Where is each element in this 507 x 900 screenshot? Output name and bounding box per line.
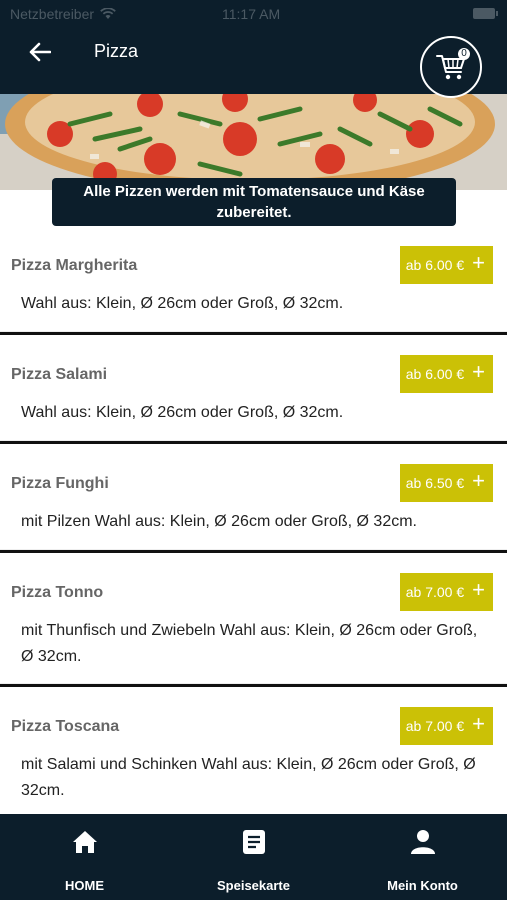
menu-item-name: Pizza Toscana [11, 718, 120, 735]
tab-home[interactable]: HOME [0, 814, 169, 900]
menu-item-name: Pizza Margherita [11, 257, 138, 274]
price-label: ab 6.00 € [405, 257, 465, 273]
arrow-left-icon [29, 42, 51, 62]
menu-item-name: Pizza Tonno [11, 584, 104, 601]
menu-item-card[interactable]: Pizza Funghi ab 6.50 € + mit Pilzen Wahl… [0, 454, 507, 553]
home-icon [72, 831, 97, 853]
pizza-hero-image [0, 94, 507, 190]
description-line-2: 32cm. [21, 782, 65, 799]
carrier: Netzbetreiber [10, 6, 116, 22]
price-label: ab 7.00 € [405, 584, 465, 600]
add-to-cart-button[interactable]: ab 6.50 € + [399, 464, 493, 502]
cart-button[interactable]: 0 [420, 36, 482, 98]
plus-icon: + [472, 359, 485, 384]
status-bar: Netzbetreiber 11:17 AM [0, 0, 507, 28]
plus-icon: + [472, 711, 485, 736]
menu-item-name: Pizza Salami [11, 366, 108, 383]
description-line-1: mit Thunfisch und Zwiebeln Wahl aus: Kle… [21, 622, 478, 639]
price-label: ab 7.00 € [405, 718, 465, 734]
back-button[interactable] [25, 38, 55, 66]
description-line-1: mit Pilzen Wahl aus: Klein, Ø 26cm oder … [21, 513, 417, 530]
price-label: ab 6.00 € [405, 366, 465, 382]
menu-item-description: mit Thunfisch und Zwiebeln Wahl aus: Kle… [21, 618, 501, 670]
description-line-1: mit Salami und Schinken Wahl aus: Klein,… [21, 756, 476, 773]
info-banner: Alle Pizzen werden mit Tomatensauce und … [52, 178, 456, 226]
tab-speisekarte[interactable]: Speisekarte [169, 814, 338, 900]
menu-item-description: Wahl aus: Klein, Ø 26cm oder Groß, Ø 32c… [21, 291, 501, 317]
tab-mein-konto[interactable]: Mein Konto [338, 814, 507, 900]
menu-item-description: mit Pilzen Wahl aus: Klein, Ø 26cm oder … [21, 509, 501, 535]
battery-icon [473, 8, 498, 19]
description-line-1: Wahl aus: Klein, Ø 26cm oder Groß, Ø 32c… [21, 295, 344, 312]
menu-item-card[interactable]: Pizza Margherita ab 6.00 € + Wahl aus: K… [0, 236, 507, 335]
carrier-label: Netzbetreiber [10, 6, 95, 22]
add-to-cart-button[interactable]: ab 7.00 € + [399, 707, 493, 745]
info-banner-line-2: zubereitet. [216, 204, 292, 221]
wifi-icon [100, 8, 116, 19]
info-banner-line-1: Alle Pizzen werden mit Tomatensauce und … [83, 183, 425, 200]
menu-item-description: Wahl aus: Klein, Ø 26cm oder Groß, Ø 32c… [21, 400, 501, 426]
plus-icon: + [472, 577, 485, 602]
menu-item-name: Pizza Funghi [11, 475, 109, 492]
plus-icon: + [472, 250, 485, 275]
user-icon [410, 830, 435, 854]
menu-item-card[interactable]: Pizza Toscana ab 7.00 € + mit Salami und… [0, 697, 507, 821]
menu-item-card[interactable]: Pizza Salami ab 6.00 € + Wahl aus: Klein… [0, 345, 507, 444]
tab-mein-konto-label: Mein Konto [387, 878, 458, 893]
add-to-cart-button[interactable]: ab 6.00 € + [399, 246, 493, 284]
cart-count-badge: 0 [458, 48, 470, 60]
bottom-tab-bar: HOME Speisekarte Mein Konto [0, 814, 507, 900]
document-list-icon [242, 830, 265, 854]
plus-icon: + [472, 468, 485, 493]
tab-home-label: HOME [65, 878, 104, 893]
description-line-1: Wahl aus: Klein, Ø 26cm oder Groß, Ø 32c… [21, 404, 344, 421]
description-line-2: Ø 32cm. [21, 648, 82, 665]
price-label: ab 6.50 € [405, 475, 465, 491]
app-header: Pizza 0 [0, 28, 507, 98]
add-to-cart-button[interactable]: ab 6.00 € + [399, 355, 493, 393]
menu-item-description: mit Salami und Schinken Wahl aus: Klein,… [21, 752, 501, 804]
page-title: Pizza [94, 41, 139, 61]
status-time: 11:17 AM [222, 6, 281, 22]
add-to-cart-button[interactable]: ab 7.00 € + [399, 573, 493, 611]
pizza-illustration [0, 94, 507, 190]
tab-speisekarte-label: Speisekarte [217, 878, 290, 893]
menu-item-card[interactable]: Pizza Tonno ab 7.00 € + mit Thunfisch un… [0, 563, 507, 687]
